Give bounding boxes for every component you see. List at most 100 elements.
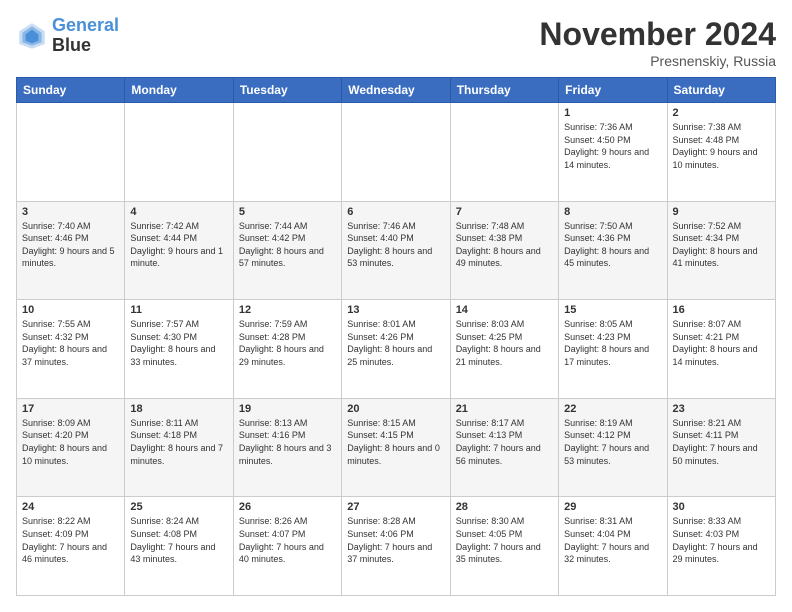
calendar-cell: 2 Sunrise: 7:38 AM Sunset: 4:48 PM Daylig… bbox=[667, 103, 775, 202]
calendar-cell bbox=[125, 103, 233, 202]
day-number: 16 bbox=[673, 304, 770, 316]
day-info: Sunrise: 8:33 AM Sunset: 4:03 PM Dayligh… bbox=[673, 515, 770, 565]
day-info: Sunrise: 7:36 AM Sunset: 4:50 PM Dayligh… bbox=[564, 121, 661, 171]
day-info: Sunrise: 8:21 AM Sunset: 4:11 PM Dayligh… bbox=[673, 417, 770, 467]
day-number: 19 bbox=[239, 403, 336, 415]
calendar-cell: 23 Sunrise: 8:21 AM Sunset: 4:11 PM Dayli… bbox=[667, 398, 775, 497]
subtitle: Presnenskiy, Russia bbox=[539, 53, 776, 69]
title-area: November 2024 Presnenskiy, Russia bbox=[539, 16, 776, 69]
day-number: 3 bbox=[22, 206, 119, 218]
day-number: 24 bbox=[22, 501, 119, 513]
calendar-cell: 22 Sunrise: 8:19 AM Sunset: 4:12 PM Dayli… bbox=[559, 398, 667, 497]
day-info: Sunrise: 8:17 AM Sunset: 4:13 PM Dayligh… bbox=[456, 417, 553, 467]
day-number: 29 bbox=[564, 501, 661, 513]
calendar-header-row: Sunday Monday Tuesday Wednesday Thursday… bbox=[17, 78, 776, 103]
calendar-cell: 6 Sunrise: 7:46 AM Sunset: 4:40 PM Daylig… bbox=[342, 201, 450, 300]
calendar-cell bbox=[233, 103, 341, 202]
day-info: Sunrise: 7:42 AM Sunset: 4:44 PM Dayligh… bbox=[130, 220, 227, 270]
calendar-cell: 24 Sunrise: 8:22 AM Sunset: 4:09 PM Dayli… bbox=[17, 497, 125, 596]
calendar-cell: 3 Sunrise: 7:40 AM Sunset: 4:46 PM Daylig… bbox=[17, 201, 125, 300]
day-info: Sunrise: 7:57 AM Sunset: 4:30 PM Dayligh… bbox=[130, 318, 227, 368]
calendar-cell: 10 Sunrise: 7:55 AM Sunset: 4:32 PM Dayli… bbox=[17, 300, 125, 399]
day-info: Sunrise: 8:15 AM Sunset: 4:15 PM Dayligh… bbox=[347, 417, 444, 467]
calendar-cell: 15 Sunrise: 8:05 AM Sunset: 4:23 PM Dayli… bbox=[559, 300, 667, 399]
calendar-cell: 27 Sunrise: 8:28 AM Sunset: 4:06 PM Dayli… bbox=[342, 497, 450, 596]
day-info: Sunrise: 8:26 AM Sunset: 4:07 PM Dayligh… bbox=[239, 515, 336, 565]
calendar-cell: 29 Sunrise: 8:31 AM Sunset: 4:04 PM Dayli… bbox=[559, 497, 667, 596]
day-info: Sunrise: 8:19 AM Sunset: 4:12 PM Dayligh… bbox=[564, 417, 661, 467]
day-number: 22 bbox=[564, 403, 661, 415]
week-row-5: 24 Sunrise: 8:22 AM Sunset: 4:09 PM Dayli… bbox=[17, 497, 776, 596]
day-number: 1 bbox=[564, 107, 661, 119]
day-info: Sunrise: 7:46 AM Sunset: 4:40 PM Dayligh… bbox=[347, 220, 444, 270]
day-number: 13 bbox=[347, 304, 444, 316]
week-row-2: 3 Sunrise: 7:40 AM Sunset: 4:46 PM Daylig… bbox=[17, 201, 776, 300]
calendar-cell: 7 Sunrise: 7:48 AM Sunset: 4:38 PM Daylig… bbox=[450, 201, 558, 300]
day-info: Sunrise: 7:52 AM Sunset: 4:34 PM Dayligh… bbox=[673, 220, 770, 270]
logo-text: General Blue bbox=[52, 16, 119, 56]
day-number: 27 bbox=[347, 501, 444, 513]
day-info: Sunrise: 8:24 AM Sunset: 4:08 PM Dayligh… bbox=[130, 515, 227, 565]
day-number: 23 bbox=[673, 403, 770, 415]
header-monday: Monday bbox=[125, 78, 233, 103]
day-info: Sunrise: 8:03 AM Sunset: 4:25 PM Dayligh… bbox=[456, 318, 553, 368]
day-number: 17 bbox=[22, 403, 119, 415]
month-title: November 2024 bbox=[539, 16, 776, 53]
day-info: Sunrise: 8:28 AM Sunset: 4:06 PM Dayligh… bbox=[347, 515, 444, 565]
calendar-cell bbox=[342, 103, 450, 202]
calendar-cell: 11 Sunrise: 7:57 AM Sunset: 4:30 PM Dayli… bbox=[125, 300, 233, 399]
day-info: Sunrise: 7:48 AM Sunset: 4:38 PM Dayligh… bbox=[456, 220, 553, 270]
day-number: 8 bbox=[564, 206, 661, 218]
calendar-cell: 19Sunrise: 8:13 AM Sunset: 4:16 PM Dayli… bbox=[233, 398, 341, 497]
calendar-cell: 1 Sunrise: 7:36 AM Sunset: 4:50 PM Daylig… bbox=[559, 103, 667, 202]
day-number: 12 bbox=[239, 304, 336, 316]
header-thursday: Thursday bbox=[450, 78, 558, 103]
day-number: 20 bbox=[347, 403, 444, 415]
day-number: 4 bbox=[130, 206, 227, 218]
day-info: Sunrise: 7:44 AM Sunset: 4:42 PM Dayligh… bbox=[239, 220, 336, 270]
calendar-cell: 12 Sunrise: 7:59 AM Sunset: 4:28 PM Dayli… bbox=[233, 300, 341, 399]
day-number: 21 bbox=[456, 403, 553, 415]
calendar-cell bbox=[17, 103, 125, 202]
day-info: Sunrise: 8:01 AM Sunset: 4:26 PM Dayligh… bbox=[347, 318, 444, 368]
day-number: 14 bbox=[456, 304, 553, 316]
day-number: 26 bbox=[239, 501, 336, 513]
calendar-cell: 9Sunrise: 7:52 AM Sunset: 4:34 PM Daylig… bbox=[667, 201, 775, 300]
day-number: 10 bbox=[22, 304, 119, 316]
day-info: Sunrise: 7:55 AM Sunset: 4:32 PM Dayligh… bbox=[22, 318, 119, 368]
day-number: 7 bbox=[456, 206, 553, 218]
day-info: Sunrise: 7:40 AM Sunset: 4:46 PM Dayligh… bbox=[22, 220, 119, 270]
day-number: 11 bbox=[130, 304, 227, 316]
day-number: 15 bbox=[564, 304, 661, 316]
day-number: 5 bbox=[239, 206, 336, 218]
day-info: Sunrise: 7:59 AM Sunset: 4:28 PM Dayligh… bbox=[239, 318, 336, 368]
header-sunday: Sunday bbox=[17, 78, 125, 103]
week-row-4: 17Sunrise: 8:09 AM Sunset: 4:20 PM Dayli… bbox=[17, 398, 776, 497]
header-tuesday: Tuesday bbox=[233, 78, 341, 103]
calendar-cell: 16 Sunrise: 8:07 AM Sunset: 4:21 PM Dayli… bbox=[667, 300, 775, 399]
calendar-cell: 18 Sunrise: 8:11 AM Sunset: 4:18 PM Dayli… bbox=[125, 398, 233, 497]
logo-icon bbox=[16, 20, 48, 52]
day-number: 25 bbox=[130, 501, 227, 513]
calendar-cell: 30Sunrise: 8:33 AM Sunset: 4:03 PM Dayli… bbox=[667, 497, 775, 596]
calendar-cell bbox=[450, 103, 558, 202]
calendar-cell: 25 Sunrise: 8:24 AM Sunset: 4:08 PM Dayli… bbox=[125, 497, 233, 596]
calendar-cell: 8Sunrise: 7:50 AM Sunset: 4:36 PM Daylig… bbox=[559, 201, 667, 300]
day-number: 28 bbox=[456, 501, 553, 513]
day-info: Sunrise: 8:30 AM Sunset: 4:05 PM Dayligh… bbox=[456, 515, 553, 565]
day-info: Sunrise: 8:11 AM Sunset: 4:18 PM Dayligh… bbox=[130, 417, 227, 467]
day-number: 2 bbox=[673, 107, 770, 119]
calendar-cell: 26 Sunrise: 8:26 AM Sunset: 4:07 PM Dayli… bbox=[233, 497, 341, 596]
day-info: Sunrise: 8:05 AM Sunset: 4:23 PM Dayligh… bbox=[564, 318, 661, 368]
header: General Blue November 2024 Presnenskiy, … bbox=[16, 16, 776, 69]
week-row-3: 10 Sunrise: 7:55 AM Sunset: 4:32 PM Dayli… bbox=[17, 300, 776, 399]
calendar-cell: 5 Sunrise: 7:44 AM Sunset: 4:42 PM Daylig… bbox=[233, 201, 341, 300]
day-info: Sunrise: 7:38 AM Sunset: 4:48 PM Dayligh… bbox=[673, 121, 770, 171]
day-info: Sunrise: 8:22 AM Sunset: 4:09 PM Dayligh… bbox=[22, 515, 119, 565]
day-info: Sunrise: 8:31 AM Sunset: 4:04 PM Dayligh… bbox=[564, 515, 661, 565]
day-number: 18 bbox=[130, 403, 227, 415]
calendar-cell: 4 Sunrise: 7:42 AM Sunset: 4:44 PM Daylig… bbox=[125, 201, 233, 300]
day-number: 6 bbox=[347, 206, 444, 218]
calendar-cell: 28 Sunrise: 8:30 AM Sunset: 4:05 PM Dayli… bbox=[450, 497, 558, 596]
day-info: Sunrise: 8:07 AM Sunset: 4:21 PM Dayligh… bbox=[673, 318, 770, 368]
